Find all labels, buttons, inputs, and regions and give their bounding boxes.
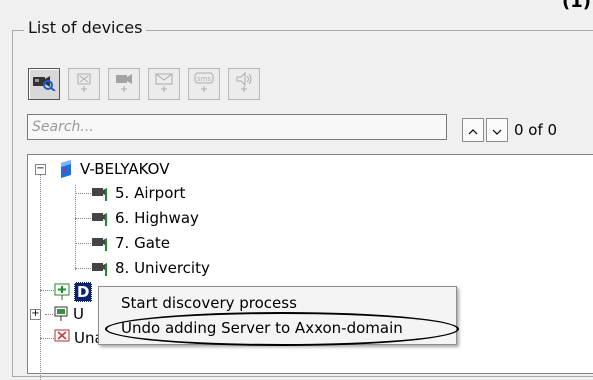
monitor-icon [54, 305, 70, 323]
collapse-server-toggle[interactable]: − [35, 164, 46, 175]
camera-label: 6. Highway [115, 209, 199, 227]
chevron-down-icon [492, 121, 502, 139]
camera-search-icon [32, 73, 56, 95]
search-input[interactable] [27, 114, 447, 140]
camera-label: 8. Univercity [115, 259, 210, 277]
camera-label: 7. Gate [115, 234, 171, 252]
chevron-up-icon [468, 121, 478, 139]
server-group-label: U [73, 305, 84, 323]
add-email-button[interactable] [148, 68, 180, 100]
add-camera-button[interactable] [108, 68, 140, 100]
tree-item-camera[interactable]: 7. Gate [91, 232, 170, 254]
tree-item-server-group[interactable]: U [54, 303, 84, 325]
window-corner-label: (1) [562, 0, 591, 12]
sms-icon-text: sms [197, 75, 211, 83]
add-server-icon [54, 283, 70, 301]
menu-item-start-discovery[interactable]: Start discovery process [121, 294, 297, 312]
add-speaker-icon [233, 71, 255, 97]
expand-node-toggle[interactable]: + [30, 309, 41, 320]
add-sms-button[interactable]: sms [188, 68, 220, 100]
tree-item-camera[interactable]: 5. Airport [91, 182, 185, 204]
camera-icon [91, 209, 111, 227]
unallocated-server-icon [54, 329, 70, 347]
selected-node-label: D [74, 282, 93, 302]
add-email-icon [153, 71, 175, 97]
add-sms-icon: sms [193, 71, 215, 97]
camera-icon [91, 234, 111, 252]
device-toolbar: sms [28, 68, 260, 100]
camera-search-button[interactable] [28, 68, 60, 100]
tree-item-server[interactable]: V-BELYAKOV [58, 158, 169, 180]
tree-item-selected[interactable]: D [54, 281, 93, 303]
camera-label: 5. Airport [115, 184, 186, 202]
server-icon [58, 159, 74, 179]
add-sensor-icon [73, 71, 95, 97]
add-camera-icon [113, 71, 135, 97]
next-match-button[interactable] [486, 118, 508, 142]
previous-match-button[interactable] [462, 118, 484, 142]
tree-item-camera[interactable]: 6. Highway [91, 207, 199, 229]
add-sensor-button[interactable] [68, 68, 100, 100]
tree-item-camera[interactable]: 8. Univercity [91, 257, 210, 279]
highlight-ellipse [105, 312, 459, 346]
server-label: V-BELYAKOV [80, 160, 170, 178]
add-speaker-button[interactable] [228, 68, 260, 100]
match-counter: 0 of 0 [514, 121, 558, 139]
panel-title: List of devices [24, 18, 147, 37]
camera-icon [91, 259, 111, 277]
camera-icon [91, 184, 111, 202]
